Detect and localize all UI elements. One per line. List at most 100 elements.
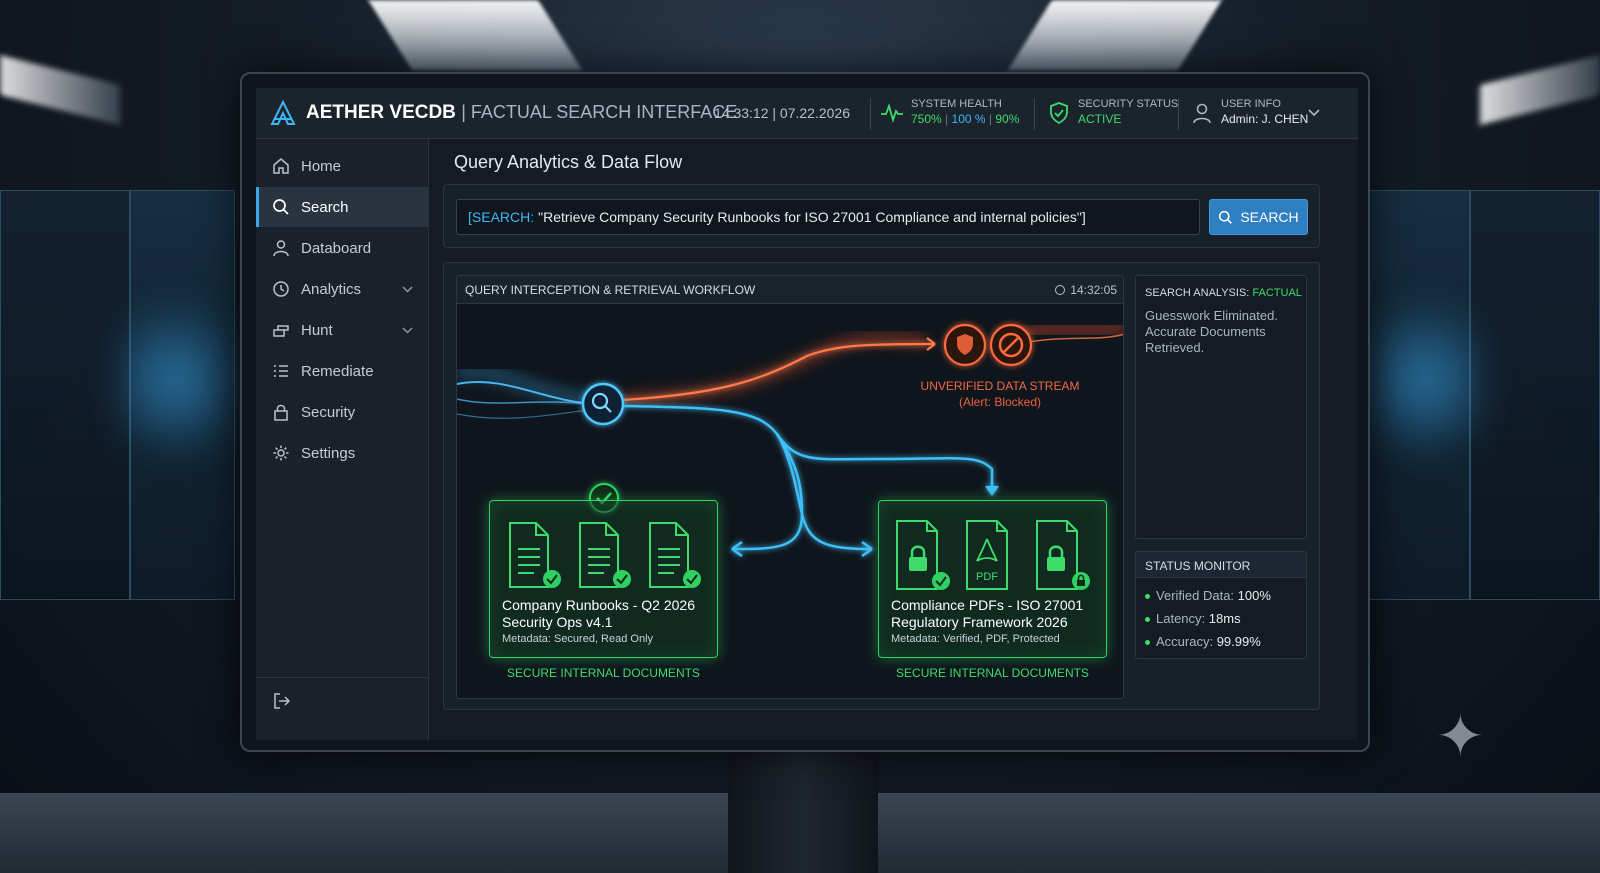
header-divider <box>1178 98 1179 130</box>
sidebar-item-settings[interactable]: Settings <box>256 433 428 473</box>
security-status-value: ACTIVE <box>1078 112 1122 126</box>
header-divider <box>870 98 871 130</box>
check-badge-icon <box>932 572 950 590</box>
ceiling-light-right <box>1008 0 1222 70</box>
chevron-down-icon[interactable] <box>402 326 413 334</box>
pdf-label: PDF <box>976 571 998 583</box>
sidebar-item-label: Security <box>301 403 356 421</box>
hunt-icon <box>273 325 289 337</box>
sidebar-item-analytics[interactable]: Analytics <box>256 269 428 309</box>
sidebar-item-hunt[interactable]: Hunt <box>256 310 428 350</box>
health-cpu: 750% <box>911 112 942 126</box>
app-title: AETHER VECDB | FACTUAL SEARCH INTERFACE <box>306 102 737 124</box>
doc-card-title-line: Company Runbooks - Q2 2026 <box>502 597 695 613</box>
logout-icon[interactable] <box>272 691 292 711</box>
server-rack <box>1470 190 1600 600</box>
page-title: Query Analytics & Data Flow <box>454 152 683 172</box>
sidebar-item-remediate[interactable]: Remediate <box>256 351 428 391</box>
sidebar-item-label: Databoard <box>301 239 372 257</box>
sidebar-item-label: Home <box>301 157 342 175</box>
search-input[interactable]: [SEARCH: "Retrieve Company Security Runb… <box>456 199 1200 235</box>
home-icon <box>273 158 289 174</box>
sparkle-icon: ✦ <box>1436 704 1485 769</box>
sidebar-item-home[interactable]: Home <box>256 146 428 186</box>
search-prefix: [SEARCH: <box>468 209 535 225</box>
doc-card-runbooks[interactable]: Company Runbooks - Q2 2026 Security Ops … <box>489 500 718 658</box>
header-datetime: 14:33:12 | 07.22.2026 <box>714 105 850 121</box>
doc-card-meta: Metadata: Secured, Read Only <box>502 633 654 645</box>
sidebar-item-databoard[interactable]: Databoard <box>256 228 428 268</box>
security-status: SECURITY STATUS ACTIVE <box>1078 97 1178 127</box>
app-subtitle: | FACTUAL SEARCH INTERFACE <box>461 102 738 122</box>
analysis-description: Guesswork Eliminated. Accurate Documents… <box>1145 308 1278 355</box>
check-badge-icon <box>543 570 701 588</box>
lock-badge-icon <box>1072 572 1090 590</box>
analysis-title: SEARCH ANALYSIS: FACTUAL <box>1145 287 1302 299</box>
gear-icon <box>273 445 289 461</box>
search-analysis-panel: SEARCH ANALYSIS: FACTUAL Guesswork Elimi… <box>1135 275 1307 539</box>
screen: AETHER VECDB | FACTUAL SEARCH INTERFACE … <box>256 88 1358 740</box>
status-dot <box>1145 617 1150 623</box>
user-info[interactable]: USER INFO Admin: J. CHEN <box>1221 97 1308 127</box>
search-panel: [SEARCH: "Retrieve Company Security Runb… <box>443 184 1320 248</box>
monitor-stand <box>728 752 878 873</box>
clock-icon <box>273 281 289 297</box>
hologram-glow <box>1370 280 1480 480</box>
health-net: 100 % <box>951 112 986 126</box>
security-status-label: SECURITY STATUS <box>1078 98 1179 110</box>
status-label: Latency: <box>1156 611 1206 626</box>
app-header: AETHER VECDB | FACTUAL SEARCH INTERFACE … <box>256 88 1358 139</box>
heartbeat-icon <box>881 103 903 124</box>
status-row-verified: Verified Data: 100% <box>1145 588 1271 603</box>
chevron-down-icon[interactable] <box>1308 109 1320 117</box>
doc-card-meta: Metadata: Verified, PDF, Protected <box>891 633 1060 645</box>
doc-card-title-line: Regulatory Framework 2026 <box>891 614 1068 630</box>
shield-alert-icon <box>943 323 987 367</box>
shield-check-icon <box>1050 102 1068 125</box>
query-node-search-icon <box>581 382 625 426</box>
status-monitor-title: STATUS MONITOR <box>1136 552 1306 578</box>
hologram-glow <box>120 280 230 480</box>
lock-icon <box>274 404 288 421</box>
blocked-icon <box>989 323 1033 367</box>
sidebar-item-label: Remediate <box>301 362 374 380</box>
workflow-header: QUERY INTERCEPTION & RETRIEVAL WORKFLOW … <box>457 276 1123 304</box>
server-rack <box>0 190 130 600</box>
document-icons <box>509 522 701 588</box>
workflow-diagram: QUERY INTERCEPTION & RETRIEVAL WORKFLOW … <box>456 275 1124 699</box>
doc-card-title: Company Runbooks - Q2 2026 Security Ops … <box>502 597 712 631</box>
doc-card-title-line: Security Ops v4.1 <box>502 614 613 630</box>
search-button[interactable]: SEARCH <box>1209 199 1308 235</box>
alert-title: UNVERIFIED DATA STREAM <box>920 379 1080 393</box>
doc-card-title: Compliance PDFs - ISO 27001 Regulatory F… <box>891 597 1101 631</box>
status-label: Accuracy: <box>1156 634 1214 649</box>
status-value: 99.99% <box>1216 634 1261 649</box>
sidebar-item-label: Search <box>301 198 349 216</box>
workflow-time: 14:32:05 <box>1055 283 1117 297</box>
status-value: 18ms <box>1208 611 1241 626</box>
app-name: AETHER VECDB <box>306 102 456 123</box>
workflow-panel: QUERY INTERCEPTION & RETRIEVAL WORKFLOW … <box>443 262 1320 710</box>
doc-card-caption: SECURE INTERNAL DOCUMENTS <box>507 666 700 680</box>
wall-light-right <box>1480 55 1600 125</box>
sidebar-item-search[interactable]: Search <box>256 187 428 227</box>
list-icon <box>274 365 288 377</box>
doc-card-compliance[interactable]: PDF Compliance PDFs - ISO 27001 Regulato… <box>878 500 1107 658</box>
sidebar-item-label: Settings <box>301 444 356 462</box>
search-query-text: "Retrieve Company Security Runbooks for … <box>538 209 1086 225</box>
header-divider <box>1034 98 1035 130</box>
system-health-label: SYSTEM HEALTH <box>911 98 1002 110</box>
ceiling-light-left <box>368 0 582 70</box>
system-health: SYSTEM HEALTH 750% | 100 % | 90% <box>911 97 1019 127</box>
search-button-label: SEARCH <box>1240 209 1299 225</box>
sidebar-item-security[interactable]: Security <box>256 392 428 432</box>
sidebar-divider <box>256 677 428 678</box>
chevron-down-icon[interactable] <box>402 285 413 293</box>
status-row-latency: Latency: 18ms <box>1145 611 1241 626</box>
doc-card-caption: SECURE INTERNAL DOCUMENTS <box>896 666 1089 680</box>
analysis-value: FACTUAL <box>1252 287 1302 299</box>
pdf-icon: PDF <box>976 538 998 583</box>
status-label: Verified Data: <box>1156 588 1235 603</box>
workflow-title: QUERY INTERCEPTION & RETRIEVAL WORKFLOW <box>465 283 756 297</box>
doc-card-title-line: Compliance PDFs - ISO 27001 <box>891 597 1084 613</box>
